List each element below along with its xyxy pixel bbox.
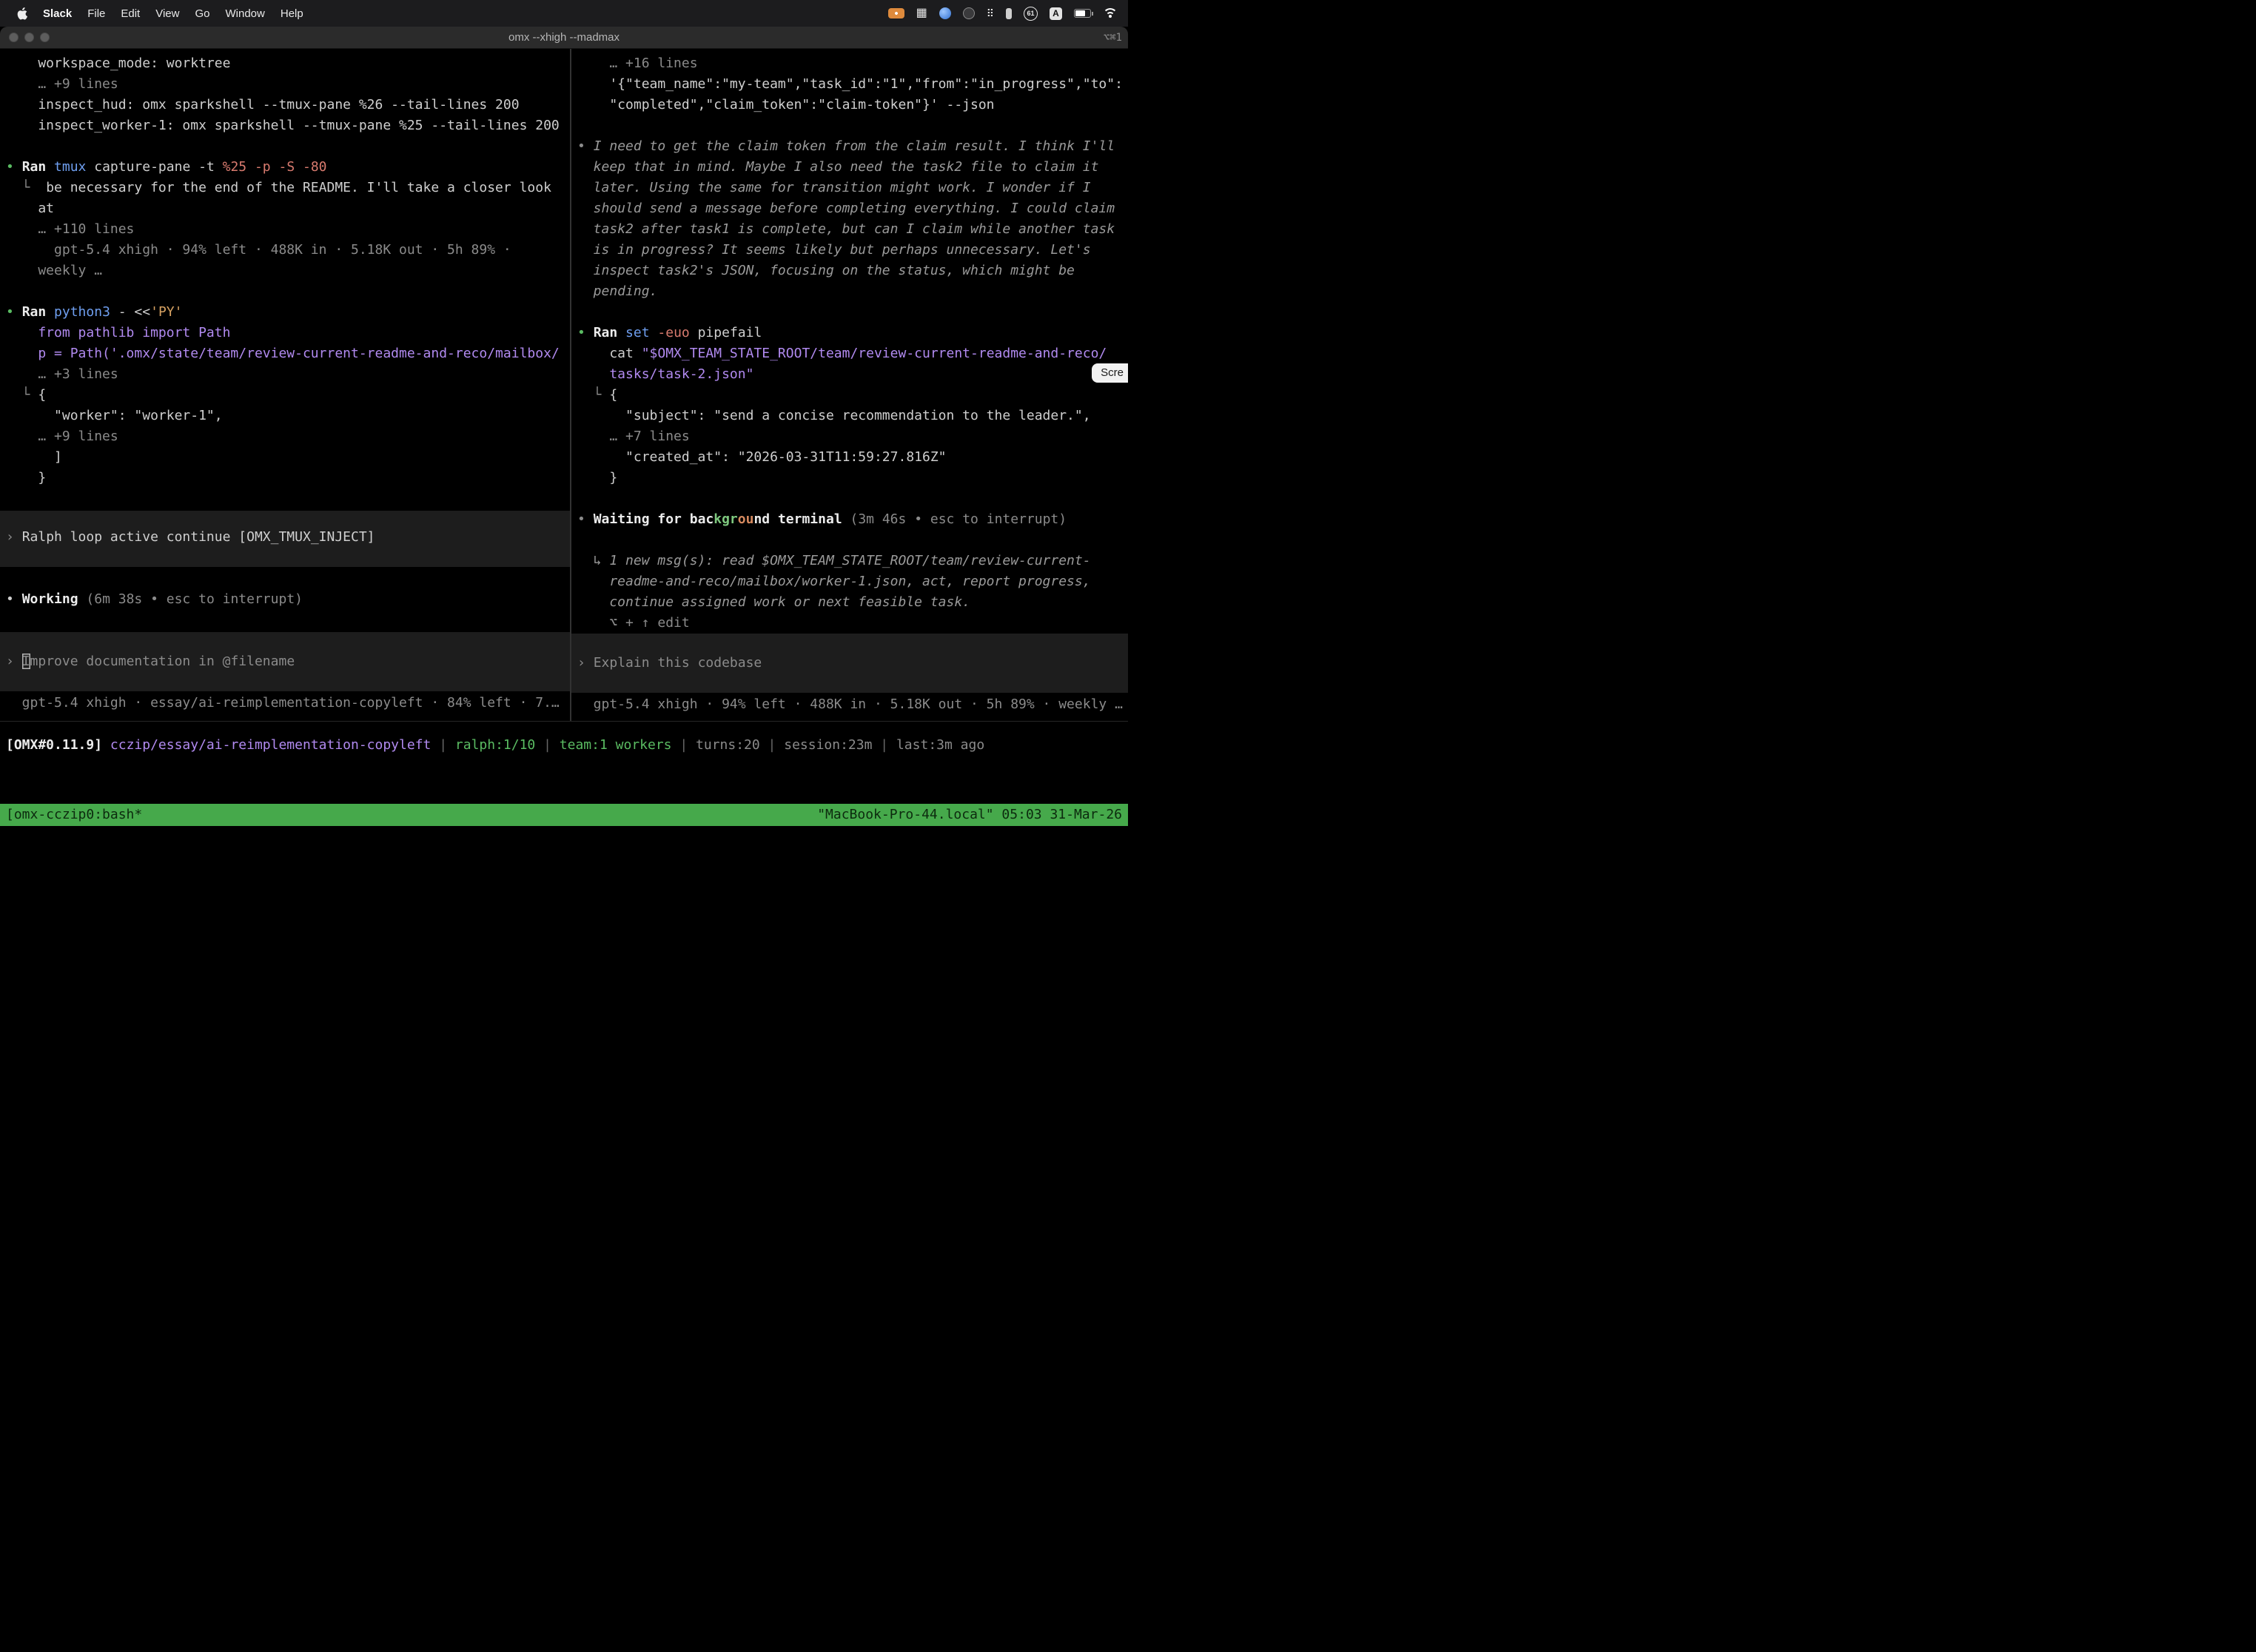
terminal-line: … +7 lines	[577, 426, 1128, 447]
window-title: omx --xhigh --madmax	[508, 31, 620, 44]
terminal-line: weekly …	[6, 261, 570, 281]
tmux-status-bar: [omx-cczip0:bash* "MacBook-Pro-44.local"…	[0, 804, 1128, 826]
moon-icon[interactable]	[963, 7, 975, 19]
terminal-line: "created_at": "2026-03-31T11:59:27.816Z"	[577, 447, 1128, 468]
terminal-line: "worker": "worker-1",	[6, 406, 570, 426]
terminal-line: • I need to get the claim token from the…	[577, 136, 1128, 157]
terminal-line	[6, 136, 570, 157]
terminal-line: └ be necessary for the end of the README…	[6, 178, 570, 198]
tmux-inject-row[interactable]: › Ralph loop active continue [OMX_TMUX_I…	[0, 511, 570, 567]
terminal-content: workspace_mode: worktree … +9 lines insp…	[0, 49, 1128, 722]
terminal-line: p = Path('.omx/state/team/review-current…	[6, 343, 570, 364]
right-terminal-pane[interactable]: … +16 lines '{"team_name":"my-team","tas…	[571, 49, 1128, 721]
terminal-line: inspect_hud: omx sparkshell --tmux-pane …	[6, 95, 570, 115]
screen-tooltip[interactable]: Scre	[1092, 363, 1128, 383]
terminal-line: • Ran python3 - <<'PY'	[6, 302, 570, 323]
terminal-line: inspect task2's JSON, focusing on the st…	[577, 261, 1128, 281]
terminal-line: "subject": "send a concise recommendatio…	[577, 406, 1128, 426]
terminal-line: › Improve documentation in @filename	[6, 651, 570, 672]
terminal-line	[577, 488, 1128, 509]
terminal-line: keep that in mind. Maybe I also need the…	[577, 157, 1128, 178]
tmux-session-label: [omx-cczip0:bash*	[6, 804, 142, 826]
terminal-line: tasks/task-2.json"	[577, 364, 1128, 385]
terminal-line	[577, 530, 1128, 551]
menu-edit[interactable]: Edit	[121, 7, 140, 20]
terminal-line: }	[577, 468, 1128, 488]
left-terminal-pane[interactable]: workspace_mode: worktree … +9 lines insp…	[0, 49, 570, 721]
terminal-line: • Waiting for background terminal (3m 46…	[577, 509, 1128, 530]
menu-app-name[interactable]: Slack	[43, 7, 72, 20]
terminal-line: ⌥ + ↑ edit	[577, 613, 1128, 634]
terminal-line: › Explain this codebase	[577, 653, 1128, 674]
terminal-line: }	[6, 468, 570, 488]
terminal-line	[6, 281, 570, 302]
terminal-line: ↳ 1 new msg(s): read $OMX_TEAM_STATE_ROO…	[577, 551, 1128, 571]
terminal-line: • Working (6m 38s • esc to interrupt)	[6, 589, 570, 610]
menu-file[interactable]: File	[87, 7, 105, 20]
menu-help[interactable]: Help	[281, 7, 303, 20]
prompt-input-row[interactable]: › Improve documentation in @filename	[0, 632, 570, 691]
terminal-line: later. Using the same for transition mig…	[577, 178, 1128, 198]
terminal-line: … +110 lines	[6, 219, 570, 240]
key-icon[interactable]	[1006, 8, 1012, 19]
battery-icon[interactable]	[1074, 9, 1091, 18]
window-shortcut-hint: ⌥⌘1	[1104, 32, 1122, 44]
terminal-line: inspect_worker-1: omx sparkshell --tmux-…	[6, 115, 570, 136]
terminal-line: gpt-5.4 xhigh · 94% left · 488K in · 5.1…	[6, 240, 570, 261]
terminal-line: readme-and-reco/mailbox/worker-1.json, a…	[577, 571, 1128, 592]
terminal-line: cat "$OMX_TEAM_STATE_ROOT/team/review-cu…	[577, 343, 1128, 364]
app-swirl-icon[interactable]	[939, 7, 951, 19]
terminal-line: is in progress? It seems likely but perh…	[577, 240, 1128, 261]
terminal-line: … +3 lines	[6, 364, 570, 385]
terminal-line: … +9 lines	[6, 426, 570, 447]
omx-status-line: [OMX#0.11.9] cczip/essay/ai-reimplementa…	[0, 735, 1128, 756]
dots-grid-icon[interactable]: ⠿	[987, 8, 994, 19]
spacer	[6, 567, 570, 589]
terminal-line: "completed","claim_token":"claim-token"}…	[577, 95, 1128, 115]
screen-recording-icon[interactable]	[888, 8, 904, 19]
window-title-bar[interactable]: omx --xhigh --madmax ⌥⌘1	[0, 27, 1128, 49]
spacer	[6, 610, 570, 632]
zoom-button[interactable]	[40, 33, 50, 42]
terminal-line: … +16 lines	[577, 53, 1128, 74]
menu-go[interactable]: Go	[195, 7, 209, 20]
terminal-line: task2 after task1 is complete, but can I…	[577, 219, 1128, 240]
terminal-line: should send a message before completing …	[577, 198, 1128, 219]
terminal-line: └ {	[6, 385, 570, 406]
terminal-line: pending.	[577, 281, 1128, 302]
terminal-line	[577, 115, 1128, 136]
terminal-line: gpt-5.4 xhigh · 94% left · 488K in · 5.1…	[577, 694, 1128, 715]
terminal-line: continue assigned work or next feasible …	[577, 592, 1128, 613]
terminal-line: ]	[6, 447, 570, 468]
input-source-icon[interactable]: A	[1050, 7, 1062, 20]
terminal-line: at	[6, 198, 570, 219]
apple-menu-icon[interactable]	[16, 7, 27, 20]
battery-percent-badge[interactable]: 61	[1024, 7, 1038, 21]
terminal-line: gpt-5.4 xhigh · essay/ai-reimplementatio…	[6, 693, 570, 713]
terminal-line: › Ralph loop active continue [OMX_TMUX_I…	[6, 527, 570, 548]
terminal-line: … +9 lines	[6, 74, 570, 95]
keyboard-grid-icon[interactable]: ▦	[916, 7, 927, 19]
tmux-host-clock: "MacBook-Pro-44.local" 05:03 31-Mar-26	[817, 804, 1122, 826]
terminal-line: '{"team_name":"my-team","task_id":"1","f…	[577, 74, 1128, 95]
terminal-line: └ {	[577, 385, 1128, 406]
terminal-line: • Ran tmux capture-pane -t %25 -p -S -80	[6, 157, 570, 178]
terminal-line: from pathlib import Path	[6, 323, 570, 343]
terminal-line	[577, 302, 1128, 323]
menu-view[interactable]: View	[155, 7, 179, 20]
terminal-window: omx --xhigh --madmax ⌥⌘1 workspace_mode:…	[0, 27, 1128, 826]
menu-bar: Slack File Edit View Go Window Help ▦ ⠿ 61 A	[0, 0, 1128, 27]
terminal-line: workspace_mode: worktree	[6, 53, 570, 74]
menu-window[interactable]: Window	[226, 7, 265, 20]
close-button[interactable]	[9, 33, 19, 42]
minimize-button[interactable]	[24, 33, 34, 42]
prompt-suggestion-row[interactable]: › Explain this codebase	[571, 634, 1128, 693]
terminal-line: • Ran set -euo pipefail	[577, 323, 1128, 343]
wifi-icon[interactable]	[1103, 8, 1118, 19]
spacer	[6, 488, 570, 511]
